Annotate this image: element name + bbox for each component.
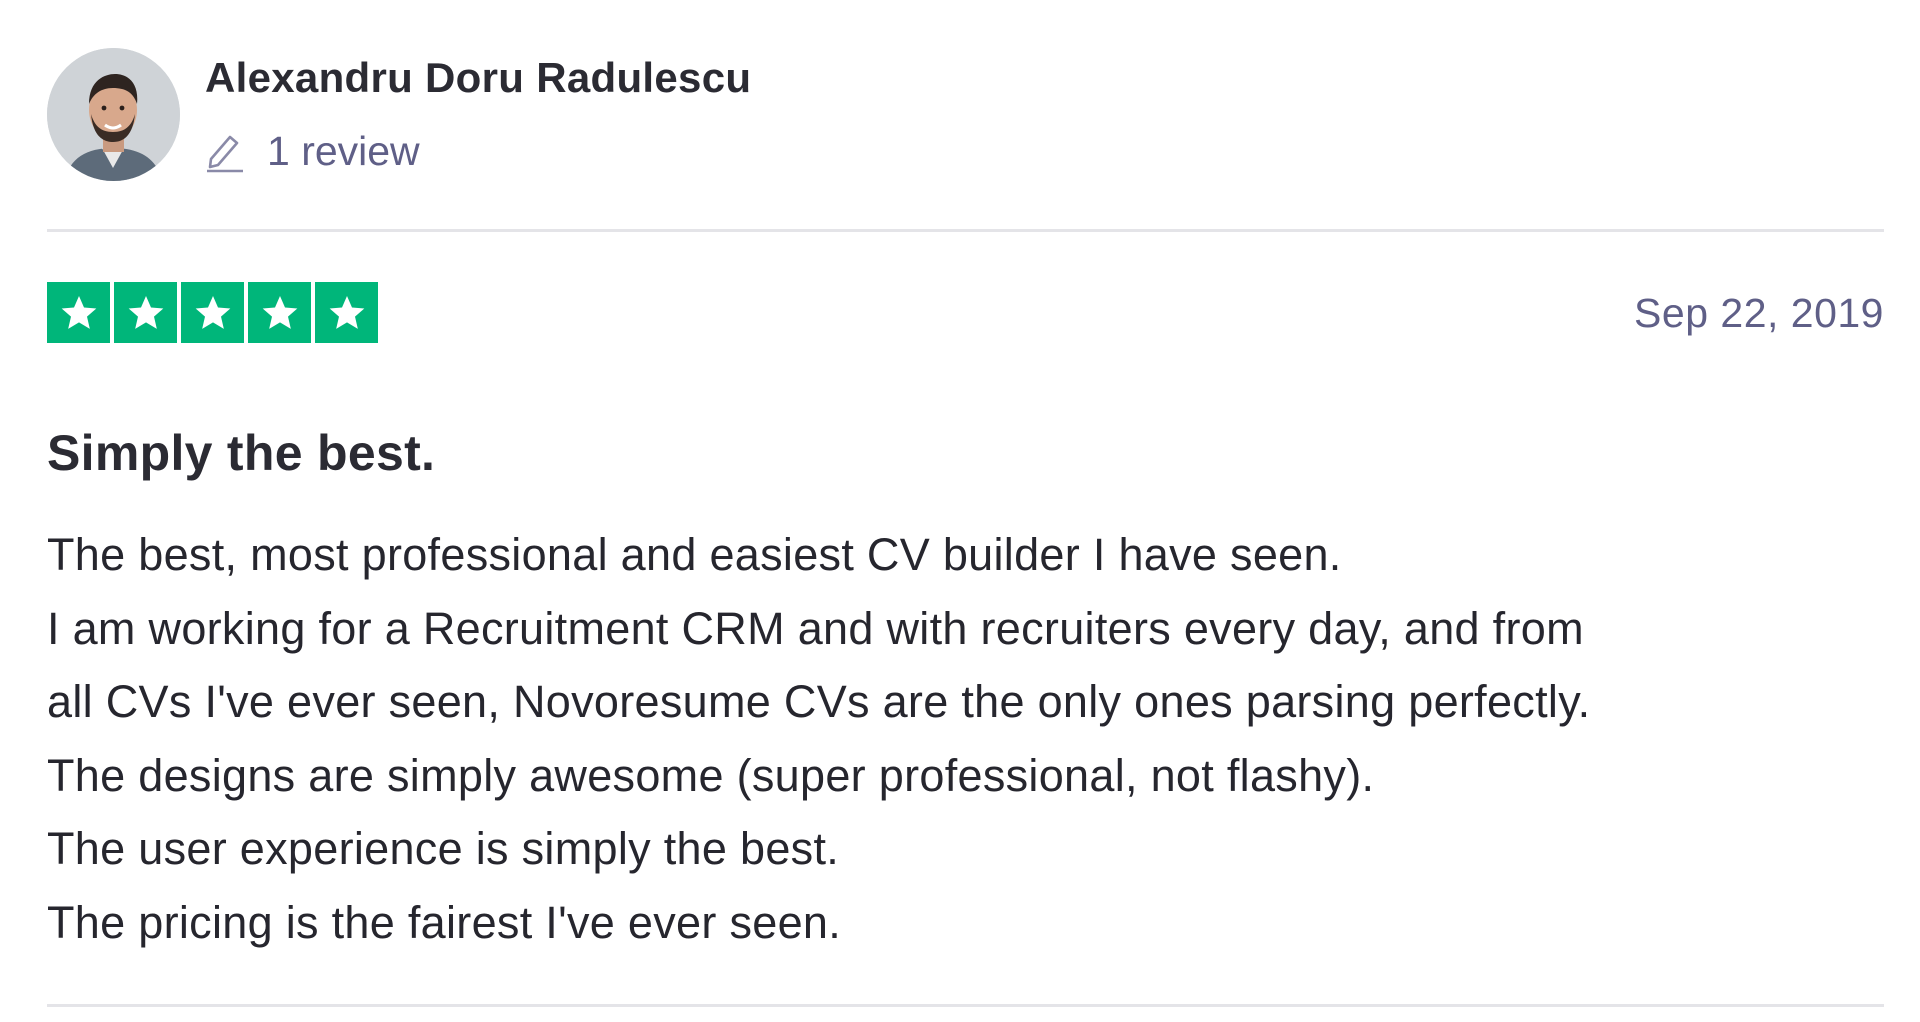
user-photo-icon (47, 48, 180, 181)
pencil-icon (205, 129, 245, 173)
reviewer-info: Alexandru Doru Radulescu 1 review (47, 48, 1884, 183)
review-card: Alexandru Doru Radulescu 1 review Sep 22… (47, 0, 1884, 1022)
star-icon (47, 282, 110, 343)
review-body-line: The user experience is simply the best. (47, 823, 840, 874)
review-body-line: The designs are simply awesome (super pr… (47, 749, 1375, 801)
review-count-label: 1 review (267, 127, 420, 174)
review-title[interactable]: Simply the best. (47, 424, 435, 482)
review-date: Sep 22, 2019 (1634, 290, 1884, 336)
divider (47, 1004, 1884, 1007)
star-icon (181, 282, 244, 343)
star-rating (47, 282, 378, 343)
reviewer-name[interactable]: Alexandru Doru Radulescu (205, 54, 751, 102)
review-body: The best, most professional and easiest … (47, 518, 1590, 959)
review-body-line: The pricing is the fairest I've ever see… (47, 896, 842, 948)
review-count[interactable]: 1 review (205, 126, 420, 176)
star-icon (315, 282, 378, 343)
avatar[interactable] (47, 48, 180, 181)
review-body-line: I am working for a Recruitment CRM and w… (47, 602, 1584, 654)
star-icon (114, 282, 177, 343)
divider (47, 229, 1884, 232)
star-icon (248, 282, 311, 343)
review-body-line: The best, most professional and easiest … (47, 529, 1342, 580)
review-body-line: all CVs I've ever seen, Novoresume CVs a… (47, 676, 1591, 727)
